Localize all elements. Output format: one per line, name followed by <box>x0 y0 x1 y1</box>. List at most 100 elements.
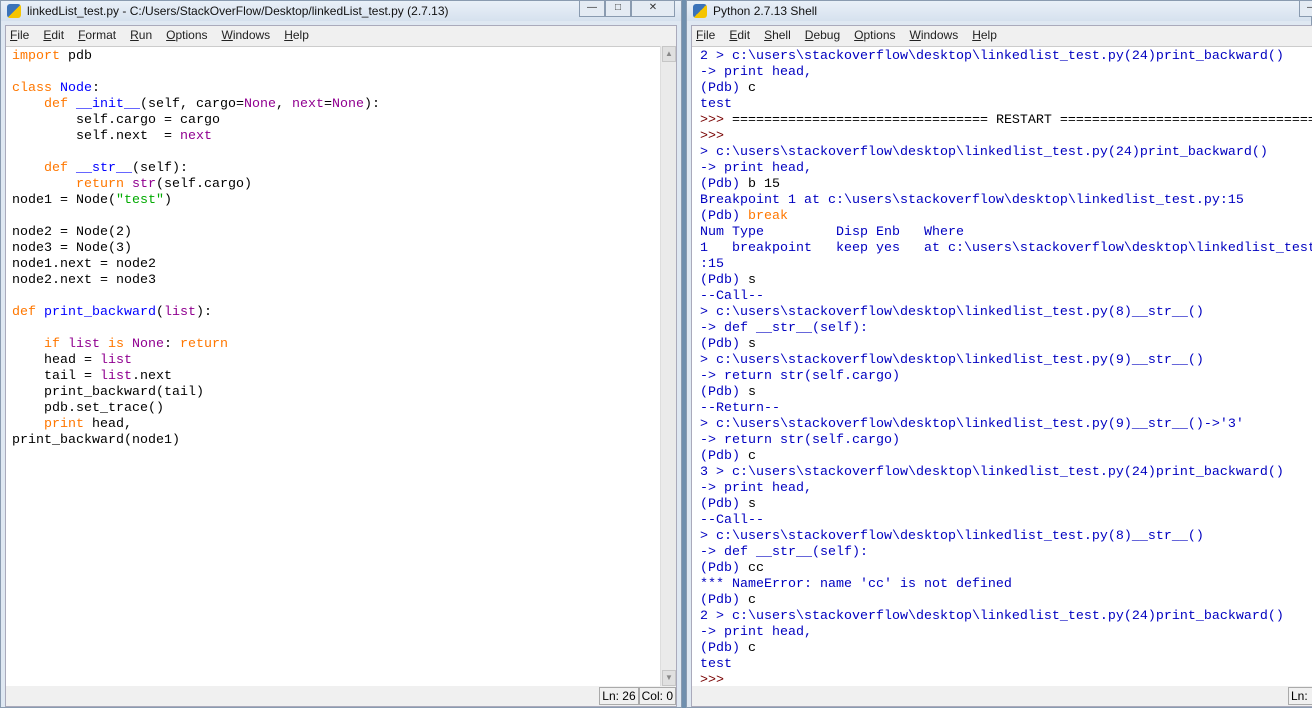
scroll-up-arrow-icon[interactable]: ▲ <box>662 46 676 62</box>
token: print <box>44 417 84 432</box>
menu-options[interactable]: Options <box>166 28 207 42</box>
token: None <box>132 337 164 352</box>
token: ): <box>195 305 212 320</box>
token: self.next = <box>12 129 180 144</box>
token: : <box>164 337 180 352</box>
shell-line: > c:\users\stackoverflow\desktop\linkedl… <box>700 529 1312 545</box>
token: (self.cargo) <box>156 177 252 192</box>
token: > c:\users\stackoverflow\desktop\linkedl… <box>700 529 1204 544</box>
editor-scrollbar[interactable]: ▲ ▼ <box>660 46 676 686</box>
token: node3 = Node(3) <box>12 241 132 256</box>
token: s <box>748 385 756 400</box>
editor-title: linkedList_test.py - C:/Users/StackOverF… <box>27 4 449 18</box>
token: c <box>748 81 756 96</box>
token: b 15 <box>748 177 780 192</box>
close-button[interactable]: ✕ <box>631 1 675 17</box>
menu-edit[interactable]: Edit <box>43 28 64 42</box>
token: ( <box>155 305 164 320</box>
token: > c:\users\stackoverflow\desktop\linkedl… <box>700 417 1244 432</box>
editor-text-area[interactable]: import pdb class Node: def __init__(self,… <box>6 46 660 686</box>
menu-debug[interactable]: Debug <box>805 28 840 42</box>
menu-format[interactable]: Format <box>78 28 116 42</box>
code-line: node1.next = node2 <box>12 257 660 273</box>
token: print_backward(tail) <box>12 385 204 400</box>
menu-help[interactable]: Help <box>972 28 997 42</box>
token: return <box>76 177 124 192</box>
menu-windows[interactable]: Windows <box>910 28 959 42</box>
shell-line: -> print head, <box>700 65 1312 81</box>
token: list <box>68 337 100 352</box>
shell-line: (Pdb) s <box>700 337 1312 353</box>
token: > c:\users\stackoverflow\desktop\linkedl… <box>700 353 1204 368</box>
token: head = <box>12 353 100 368</box>
token: "test" <box>115 193 164 208</box>
token: node1.next = node2 <box>12 257 156 272</box>
shell-line: >>> <box>700 673 1312 686</box>
shell-line: > c:\users\stackoverflow\desktop\linkedl… <box>700 353 1312 369</box>
menu-file[interactable]: File <box>10 28 29 42</box>
menu-options[interactable]: Options <box>854 28 895 42</box>
shell-line: *** NameError: name 'cc' is not defined <box>700 577 1312 593</box>
code-line: print_backward(node1) <box>12 433 660 449</box>
token: pdb.set_trace() <box>12 401 164 416</box>
token: (Pdb) <box>700 561 748 576</box>
menu-help[interactable]: Help <box>284 28 309 42</box>
menu-edit[interactable]: Edit <box>729 28 750 42</box>
shell-line: >>> <box>700 129 1312 145</box>
token: __str__ <box>76 161 132 176</box>
token: (Pdb) <box>700 449 748 464</box>
code-line: node3 = Node(3) <box>12 241 660 257</box>
editor-menubar: File Edit Format Run Options Windows Help <box>6 26 676 44</box>
shell-line: (Pdb) c <box>700 641 1312 657</box>
minimize-button[interactable]: — <box>579 1 605 17</box>
shell-line: (Pdb) s <box>700 273 1312 289</box>
token: def <box>12 305 36 320</box>
menu-shell[interactable]: Shell <box>764 28 791 42</box>
token: print_backward(node1) <box>12 433 180 448</box>
token: .next <box>131 369 172 384</box>
token: -> print head, <box>700 481 812 496</box>
menu-run[interactable]: Run <box>130 28 152 42</box>
shell-line: -> print head, <box>700 625 1312 641</box>
token: : <box>92 81 100 96</box>
scroll-down-arrow-icon[interactable]: ▼ <box>662 670 676 686</box>
token: --Return-- <box>700 401 780 416</box>
token: ================================ RESTART… <box>732 113 1312 128</box>
code-line: self.next = next <box>12 129 660 145</box>
token: test <box>700 657 732 672</box>
code-line: return str(self.cargo) <box>12 177 660 193</box>
token: , <box>275 97 292 112</box>
token: (self, cargo= <box>140 97 244 112</box>
token: self.cargo = cargo <box>12 113 220 128</box>
maximize-button[interactable]: □ <box>605 1 631 17</box>
token: c <box>748 593 756 608</box>
token: s <box>748 273 756 288</box>
token: Num Type Disp Enb Where <box>700 225 964 240</box>
token: *** NameError: name 'cc' is not defined <box>700 577 1012 592</box>
token: -> print head, <box>700 65 812 80</box>
shell-line: > c:\users\stackoverflow\desktop\linkedl… <box>700 417 1312 433</box>
shell-line: > c:\users\stackoverflow\desktop\linkedl… <box>700 145 1312 161</box>
token: (Pdb) <box>700 177 748 192</box>
shell-text-area[interactable]: 2 > c:\users\stackoverflow\desktop\linke… <box>692 46 1312 686</box>
minimize-button[interactable]: — <box>1299 1 1312 17</box>
shell-menubar: File Edit Shell Debug Options Windows Help <box>692 26 1312 44</box>
menu-file[interactable]: File <box>696 28 715 42</box>
token: next <box>291 97 324 112</box>
shell-line: 1 breakpoint keep yes at c:\users\stacko… <box>700 241 1312 257</box>
token: (Pdb) <box>700 81 748 96</box>
menu-windows[interactable]: Windows <box>222 28 271 42</box>
token: head, <box>84 417 132 432</box>
token: None <box>331 97 364 112</box>
code-line: if list is None: return <box>12 337 660 353</box>
token: is <box>108 337 124 352</box>
shell-line: (Pdb) s <box>700 385 1312 401</box>
token: Breakpoint 1 at c:\users\stackoverflow\d… <box>700 193 1244 208</box>
